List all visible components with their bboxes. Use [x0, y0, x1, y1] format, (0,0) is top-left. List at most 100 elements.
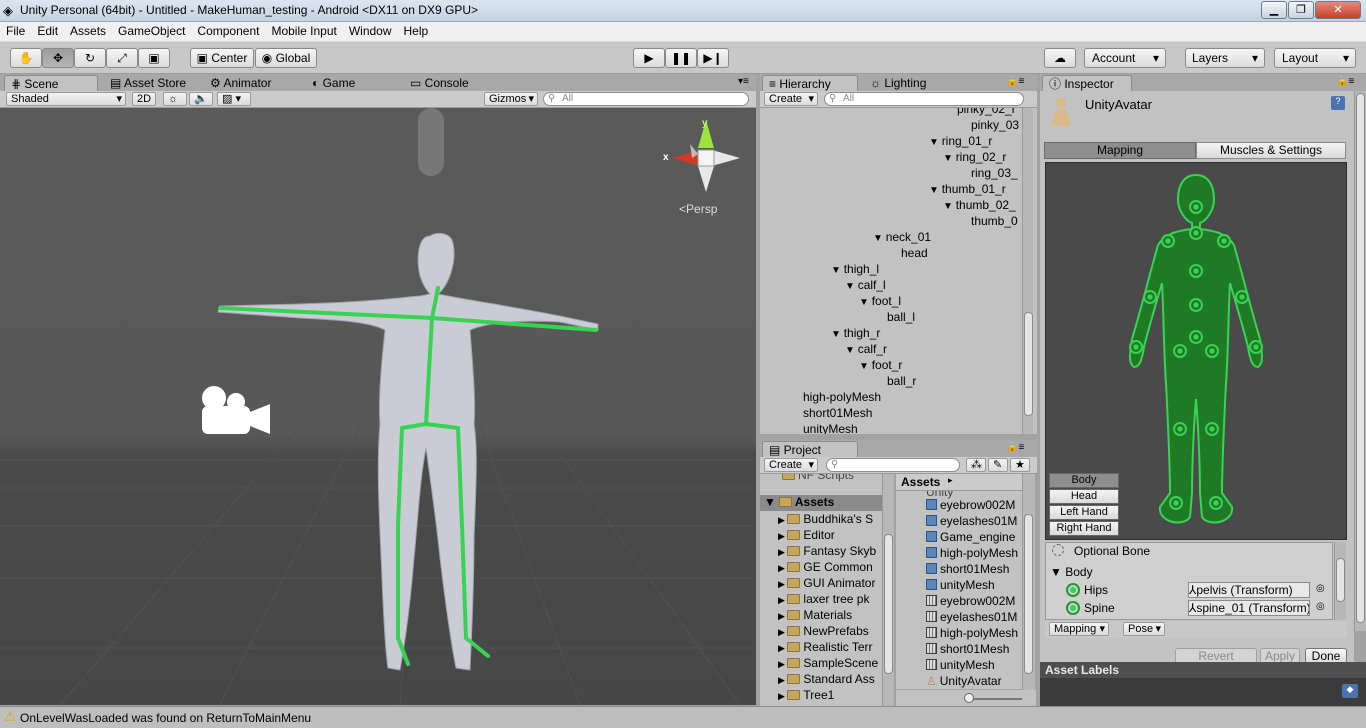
hierarchy-item[interactable]: thumb_0 — [971, 214, 1018, 228]
asset-item[interactable]: high-polyMesh — [926, 546, 1018, 560]
muscles-settings-tab[interactable]: Muscles & Settings — [1196, 142, 1346, 159]
scrollbar-thumb[interactable] — [1356, 93, 1365, 623]
bone-joint-icon[interactable] — [1189, 330, 1203, 344]
spine-transform-field[interactable]: ⅄spine_01 (Transform) — [1188, 600, 1310, 616]
bone-joint-icon[interactable] — [1169, 496, 1183, 510]
hierarchy-item[interactable]: ring_03_ — [971, 166, 1018, 180]
expand-arrow-icon[interactable]: ▼ — [873, 233, 886, 244]
tab-asset-store[interactable]: ▤ Asset Store — [104, 75, 192, 92]
expand-arrow-icon[interactable]: ▶ — [778, 579, 787, 589]
bone-joint-icon[interactable] — [1161, 234, 1175, 248]
filter-label-icon[interactable]: ✎ — [988, 458, 1008, 472]
hierarchy-item[interactable]: ball_l — [887, 310, 915, 324]
expand-arrow-icon[interactable]: ▼ — [943, 153, 956, 164]
folder-item[interactable]: ▶ Standard Ass — [778, 672, 875, 686]
effects-toggle-icon[interactable]: ▨ ▾ — [217, 92, 251, 106]
expand-arrow-icon[interactable]: ▶ — [778, 515, 787, 525]
slider-handle[interactable] — [964, 693, 974, 703]
asset-item[interactable]: eyelashes01M — [926, 610, 1017, 624]
folder-item[interactable]: ▶ Editor — [778, 528, 835, 542]
bone-joint-icon[interactable] — [1173, 422, 1187, 436]
help-book-icon[interactable]: ? — [1331, 96, 1345, 110]
hierarchy-item[interactable]: ▼ calf_r — [845, 342, 887, 356]
folder-item[interactable]: ▶ SampleScene — [778, 656, 878, 670]
bone-joint-icon[interactable] — [1209, 496, 1223, 510]
2d-toggle[interactable]: 2D — [132, 92, 156, 106]
label-tag-icon[interactable]: ◆ — [1342, 684, 1358, 698]
asset-item[interactable]: eyelashes01M — [926, 514, 1017, 528]
expand-arrow-icon[interactable]: ▼ — [845, 281, 858, 292]
expand-arrow-icon[interactable]: ▶ — [778, 691, 787, 701]
hierarchy-item[interactable]: head — [901, 246, 928, 260]
folder-item[interactable]: ▶ Materials — [778, 608, 852, 622]
folder-item[interactable]: ▶ Tree1 — [778, 688, 834, 702]
asset-item[interactable]: unityMesh — [926, 658, 995, 672]
move-tool-icon[interactable]: ✥ — [42, 48, 74, 68]
expand-arrow-icon[interactable]: ▶ — [778, 675, 787, 685]
orientation-gizmo[interactable] — [672, 120, 740, 192]
expand-arrow-icon[interactable]: ▶ — [778, 611, 787, 621]
hierarchy-item[interactable]: ▼ thumb_01_r — [929, 182, 1006, 196]
bone-list-scrollbar[interactable] — [1334, 542, 1346, 620]
hierarchy-item[interactable]: ▼ foot_l — [859, 294, 901, 308]
bone-joint-icon[interactable] — [1189, 226, 1203, 240]
expand-arrow-icon[interactable]: ▶ — [778, 659, 787, 669]
bone-joint-icon[interactable] — [1129, 340, 1143, 354]
expand-arrow-icon[interactable]: ▶ — [778, 563, 787, 573]
hierarchy-item[interactable]: pinky_02_r — [957, 108, 1016, 116]
asset-item[interactable]: ♙ UnityAvatar — [926, 674, 1002, 688]
list-item[interactable]: NF Scripts — [782, 474, 854, 482]
expand-arrow-icon[interactable]: ▼ — [929, 137, 942, 148]
hierarchy-item[interactable]: ▼ thigh_l — [831, 262, 879, 276]
menu-help[interactable]: Help — [398, 22, 435, 38]
bone-joint-icon[interactable] — [1189, 200, 1203, 214]
asset-item[interactable]: short01Mesh — [926, 562, 1009, 576]
hierarchy-item[interactable]: ▼ thumb_02_ — [943, 198, 1016, 212]
panel-menu-icon[interactable]: ▾≡ — [738, 76, 749, 87]
hierarchy-item[interactable]: pinky_03 — [971, 118, 1019, 132]
persp-label[interactable]: <Persp — [679, 202, 717, 216]
object-picker-icon[interactable]: ◎ — [1316, 583, 1325, 594]
pause-button[interactable]: ❚❚ — [665, 48, 697, 68]
tab-console[interactable]: ▭ Console — [404, 75, 475, 92]
folder-item[interactable]: ▶ Buddhika's S — [778, 512, 873, 526]
folder-item[interactable]: ▶ NewPrefabs — [778, 624, 869, 638]
menu-file[interactable]: File — [0, 22, 31, 38]
inspector-scrollbar[interactable] — [1354, 91, 1366, 631]
asset-item[interactable]: Game_engine — [926, 530, 1015, 544]
menu-mobile-input[interactable]: Mobile Input — [265, 22, 342, 38]
tab-lighting[interactable]: ☼ Lighting — [864, 75, 932, 92]
right-hand-view-button[interactable]: Right Hand — [1049, 521, 1119, 536]
icon-size-slider[interactable] — [896, 690, 1036, 706]
expand-arrow-icon[interactable]: ▼ — [859, 361, 872, 372]
left-hand-view-button[interactable]: Left Hand — [1049, 505, 1119, 520]
scene-search-input[interactable]: ⚲ All — [543, 92, 749, 106]
hierarchy-item[interactable]: ▼ neck_01 — [873, 230, 931, 244]
favorite-star-icon[interactable]: ★ — [1010, 458, 1030, 472]
filter-type-icon[interactable]: ⁂ — [966, 458, 986, 472]
tab-scene[interactable]: ⋕ Scene — [4, 75, 98, 92]
hand-tool-icon[interactable]: ✋ — [10, 48, 42, 68]
bone-joint-icon[interactable] — [1173, 344, 1187, 358]
scrollbar-thumb[interactable] — [1024, 514, 1033, 674]
play-button[interactable]: ▶ — [633, 48, 665, 68]
step-button[interactable]: ▶❙ — [697, 48, 729, 68]
audio-toggle-icon[interactable]: 🔈 — [189, 92, 213, 106]
tab-inspector[interactable]: ⓘ Inspector — [1042, 75, 1132, 92]
folder-item[interactable]: ▶ Realistic Terr — [778, 640, 873, 654]
folder-item[interactable]: ▶ laxer tree pk — [778, 592, 869, 606]
folder-item[interactable]: ▶ GE Common — [778, 560, 873, 574]
body-section-toggle[interactable]: ▼ Body — [1050, 565, 1093, 579]
bone-joint-icon[interactable] — [1205, 344, 1219, 358]
expand-arrow-icon[interactable]: ▶ — [778, 643, 787, 653]
breadcrumb-assets[interactable]: Assets — [901, 475, 940, 489]
asset-item[interactable]: short01Mesh — [926, 642, 1009, 656]
layers-dropdown[interactable]: Layers ▾ — [1185, 48, 1265, 68]
scale-tool-icon[interactable]: ⤢ — [106, 48, 138, 68]
scrollbar-thumb[interactable] — [884, 534, 893, 674]
bone-joint-icon[interactable] — [1143, 290, 1157, 304]
expand-arrow-icon[interactable]: ▼ — [831, 265, 844, 276]
scrollbar-thumb[interactable] — [1024, 312, 1033, 416]
tab-project[interactable]: ▤ Project — [762, 441, 858, 458]
mapping-tab[interactable]: Mapping — [1044, 142, 1196, 159]
